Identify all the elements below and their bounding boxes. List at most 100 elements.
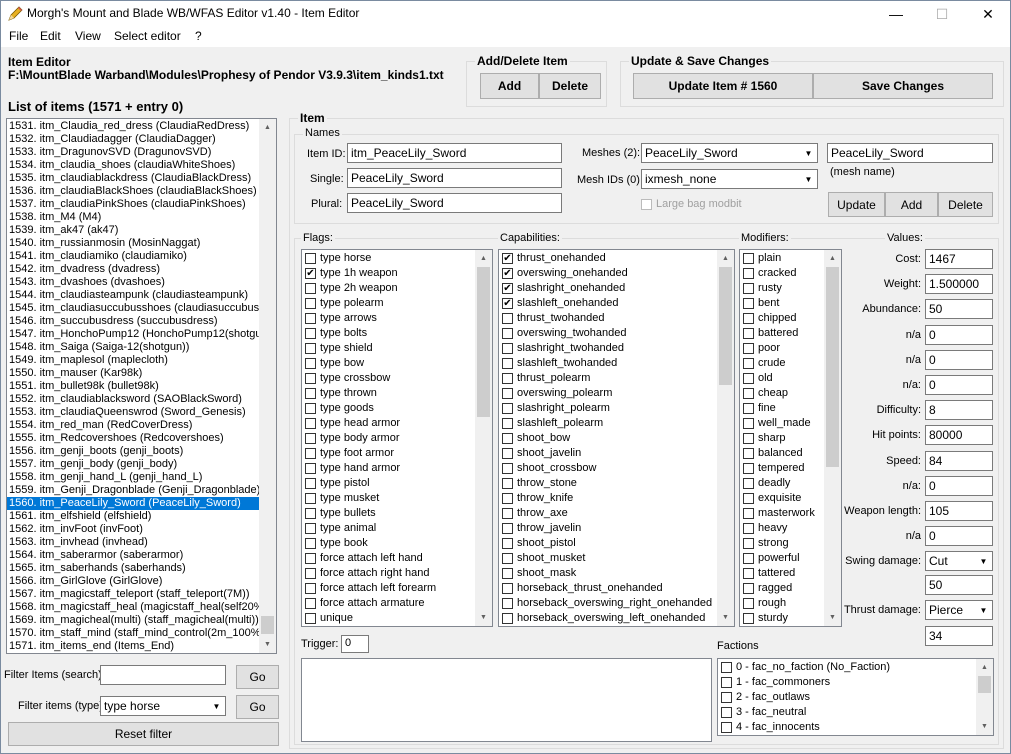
checkbox-item[interactable]: ✔ thrust_onehanded: [499, 251, 734, 266]
checkbox-icon[interactable]: [743, 433, 754, 444]
filter-search-go-button[interactable]: Go: [236, 665, 279, 689]
checkbox-item[interactable]: type crossbow: [302, 371, 492, 386]
checkbox-icon[interactable]: [305, 373, 316, 384]
list-item[interactable]: 1557. itm_genji_body (genji_body): [7, 458, 276, 471]
checkbox-item[interactable]: slashright_twohanded: [499, 341, 734, 356]
checkbox-item[interactable]: type bullets: [302, 506, 492, 521]
value-input[interactable]: 0: [925, 475, 993, 496]
checkbox-icon[interactable]: [743, 418, 754, 429]
value-input[interactable]: 0: [925, 375, 993, 395]
checkbox-item[interactable]: ✔ type 1h weapon: [302, 266, 492, 281]
checkbox-item[interactable]: type foot armor: [302, 446, 492, 461]
factions-scrollbar[interactable]: ▲ ▼: [976, 659, 993, 735]
value-input[interactable]: 1467: [925, 249, 993, 269]
list-item[interactable]: 1568. itm_magicstaff_heal (magicstaff_he…: [7, 601, 276, 614]
modifiers-list[interactable]: plain cracked rusty bent chipped battered poor…: [739, 249, 842, 627]
value-input[interactable]: 0: [925, 526, 993, 547]
list-item[interactable]: 1563. itm_invhead (invhead): [7, 536, 276, 549]
checkbox-item[interactable]: shoot_javelin: [499, 446, 734, 461]
value-input[interactable]: 1.500000: [925, 274, 993, 295]
value-input[interactable]: 80000: [925, 425, 993, 446]
checkbox-icon[interactable]: [502, 598, 513, 609]
checkbox-icon[interactable]: [743, 343, 754, 354]
list-item[interactable]: 1534. itm_claudia_shoes (claudiaWhiteSho…: [7, 159, 276, 172]
list-item[interactable]: 1536. itm_claudiaBlackShoes (claudiaBlac…: [7, 185, 276, 198]
filter-type-go-button[interactable]: Go: [236, 695, 279, 719]
checkbox-icon[interactable]: [743, 613, 754, 624]
checkbox-icon[interactable]: [305, 463, 316, 474]
mesh-ids-select[interactable]: ixmesh_none ▼: [641, 169, 818, 189]
list-item[interactable]: 1569. itm_magicheal(multi) (staff_magich…: [7, 614, 276, 627]
checkbox-item[interactable]: type goods: [302, 401, 492, 416]
checkbox-icon[interactable]: [502, 583, 513, 594]
checkbox-item[interactable]: horseback_overswing_right_onehanded: [499, 596, 734, 611]
checkbox-icon[interactable]: [502, 373, 513, 384]
checkbox-icon[interactable]: [743, 478, 754, 489]
checkbox-item[interactable]: type thrown: [302, 386, 492, 401]
list-item[interactable]: 1549. itm_maplesol (maplecloth): [7, 354, 276, 367]
checkbox-icon[interactable]: [743, 463, 754, 474]
checkbox-icon[interactable]: [721, 692, 732, 703]
checkbox-icon[interactable]: [743, 328, 754, 339]
scroll-up-icon[interactable]: ▲: [717, 250, 734, 267]
checkbox-icon[interactable]: [305, 493, 316, 504]
checkbox-icon[interactable]: [743, 253, 754, 264]
list-item[interactable]: 1566. itm_GirlGlove (GirlGlove): [7, 575, 276, 588]
checkbox-icon[interactable]: [721, 662, 732, 673]
scroll-down-icon[interactable]: ▼: [259, 636, 276, 653]
checkbox-icon[interactable]: [305, 538, 316, 549]
thrust-damage-select[interactable]: Pierce ▼: [925, 600, 993, 620]
checkbox-icon[interactable]: [721, 722, 732, 733]
list-item[interactable]: 1558. itm_genji_hand_L (genji_hand_L): [7, 471, 276, 484]
large-bag-checkbox[interactable]: Large bag modbit: [641, 198, 742, 210]
scroll-up-icon[interactable]: ▲: [475, 250, 492, 267]
checkbox-icon[interactable]: [305, 313, 316, 324]
checkbox-item[interactable]: type animal: [302, 521, 492, 536]
value-input[interactable]: 0: [925, 349, 993, 370]
checkbox-icon[interactable]: [305, 418, 316, 429]
checkbox-icon[interactable]: [721, 677, 732, 688]
checkbox-icon[interactable]: [502, 553, 513, 564]
checkbox-icon[interactable]: [502, 538, 513, 549]
checkbox-item[interactable]: shoot_musket: [499, 551, 734, 566]
checkbox-icon[interactable]: [502, 568, 513, 579]
checkbox-item[interactable]: horseback_thrust_onehanded: [499, 581, 734, 596]
checkbox-icon[interactable]: [743, 538, 754, 549]
checkbox-icon[interactable]: ✔: [502, 268, 513, 279]
list-item[interactable]: 1553. itm_claudiaQueenswrod (Sword_Genes…: [7, 406, 276, 419]
mesh-name-input[interactable]: PeaceLily_Sword: [827, 143, 993, 163]
list-item[interactable]: 1562. itm_invFoot (invFoot): [7, 523, 276, 536]
checkbox-item[interactable]: horseback_overswing_left_onehanded: [499, 611, 734, 626]
flags-scrollbar[interactable]: ▲ ▼: [475, 250, 492, 626]
checkbox-icon[interactable]: ✔: [305, 268, 316, 279]
menu-help[interactable]: ?: [195, 29, 202, 43]
scroll-thumb[interactable]: [978, 676, 991, 693]
checkbox-item[interactable]: force attach left hand: [302, 551, 492, 566]
checkbox-icon[interactable]: [305, 253, 316, 264]
thrust-damage-value-input[interactable]: 34: [925, 626, 993, 646]
checkbox-icon[interactable]: [305, 613, 316, 624]
list-item[interactable]: 1535. itm_claudiablackdress (ClaudiaBlac…: [7, 172, 276, 185]
checkbox-icon[interactable]: [743, 313, 754, 324]
scroll-thumb[interactable]: [826, 267, 839, 467]
value-input[interactable]: 0: [925, 324, 993, 345]
checkbox-item[interactable]: 4 - fac_innocents: [718, 720, 993, 735]
list-item[interactable]: 1531. itm_Claudia_red_dress (ClaudiaRedD…: [7, 120, 276, 133]
list-item[interactable]: 1533. itm_DragunovSVD (DragunovSVD): [7, 146, 276, 159]
list-item[interactable]: 1571. itm_items_end (Items_End): [7, 640, 276, 653]
plural-name-input[interactable]: PeaceLily_Sword: [347, 193, 562, 213]
scroll-down-icon[interactable]: ▼: [717, 609, 734, 626]
maximize-button[interactable]: ☐: [919, 1, 965, 27]
checkbox-icon[interactable]: [502, 433, 513, 444]
list-item[interactable]: 1570. itm_staff_mind (staff_mind_control…: [7, 627, 276, 640]
checkbox-icon[interactable]: [743, 493, 754, 504]
close-button[interactable]: ✕: [965, 1, 1011, 27]
list-item[interactable]: 1550. itm_mauser (Kar98k): [7, 367, 276, 380]
factions-list[interactable]: 0 - fac_no_faction (No_Faction) 1 - fac_c…: [717, 658, 994, 736]
menu-edit[interactable]: Edit: [40, 29, 61, 43]
value-input[interactable]: 84: [925, 450, 993, 471]
scroll-up-icon[interactable]: ▲: [259, 119, 276, 136]
checkbox-item[interactable]: type 2h weapon: [302, 281, 492, 296]
menu-select-editor[interactable]: Select editor: [114, 29, 181, 43]
checkbox-icon[interactable]: [502, 403, 513, 414]
